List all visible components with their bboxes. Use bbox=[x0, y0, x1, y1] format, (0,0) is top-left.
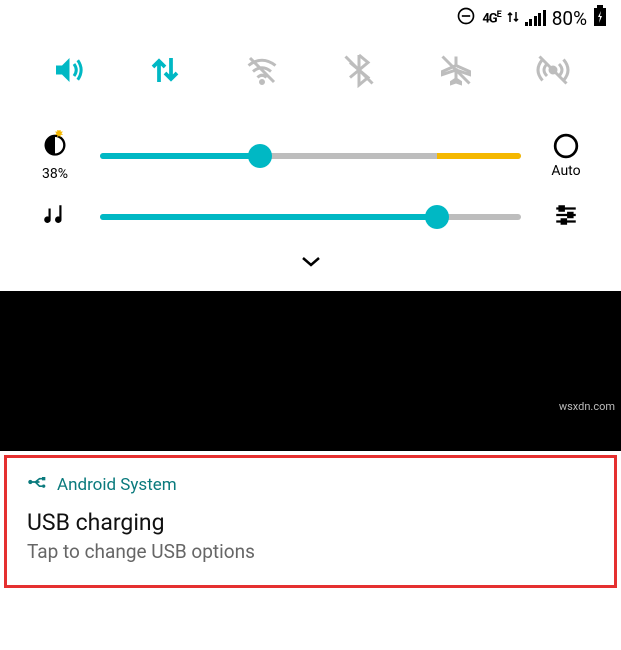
quick-toggles-row bbox=[0, 36, 621, 120]
hotspot-toggle[interactable] bbox=[533, 50, 573, 90]
chevron-down-icon bbox=[299, 254, 323, 273]
bluetooth-toggle[interactable] bbox=[339, 50, 379, 90]
notification-body: Tap to change USB options bbox=[27, 540, 594, 563]
brightness-icon-block: 38% bbox=[30, 130, 80, 182]
brightness-slider[interactable] bbox=[100, 153, 521, 159]
sound-settings-button[interactable] bbox=[541, 202, 591, 232]
data-arrows-icon bbox=[507, 9, 519, 28]
brightness-icon bbox=[41, 130, 69, 162]
equalizer-icon bbox=[553, 202, 579, 232]
dnd-icon bbox=[456, 6, 476, 30]
watermark: wsxdn.com bbox=[559, 400, 615, 413]
signal-icon bbox=[525, 10, 546, 26]
volume-row bbox=[0, 192, 621, 242]
music-note-icon bbox=[42, 202, 68, 232]
airplane-mode-toggle[interactable] bbox=[436, 50, 476, 90]
network-type-icon: 4GE bbox=[482, 10, 500, 26]
auto-brightness-label: Auto bbox=[551, 163, 580, 179]
expand-panel-button[interactable] bbox=[0, 242, 621, 291]
brightness-percent-label: 38% bbox=[42, 166, 68, 182]
usb-icon bbox=[27, 472, 47, 497]
mobile-data-toggle[interactable] bbox=[145, 50, 185, 90]
auto-brightness-toggle[interactable]: Auto bbox=[541, 133, 591, 179]
usb-notification[interactable]: Android System USB charging Tap to chang… bbox=[4, 455, 617, 588]
brightness-slider-thumb[interactable] bbox=[248, 144, 272, 168]
status-bar: 4GE 80% bbox=[0, 0, 621, 36]
notification-app-name: Android System bbox=[57, 475, 177, 495]
notification-title: USB charging bbox=[27, 509, 594, 536]
battery-percent: 80% bbox=[552, 7, 587, 30]
app-background bbox=[0, 291, 621, 451]
volume-slider-thumb[interactable] bbox=[425, 205, 449, 229]
wifi-toggle[interactable] bbox=[242, 50, 282, 90]
sound-toggle[interactable] bbox=[48, 50, 88, 90]
volume-slider[interactable] bbox=[100, 214, 521, 220]
brightness-row: 38% Auto bbox=[0, 120, 621, 192]
battery-charging-icon bbox=[593, 5, 607, 31]
volume-icon-block bbox=[30, 202, 80, 232]
